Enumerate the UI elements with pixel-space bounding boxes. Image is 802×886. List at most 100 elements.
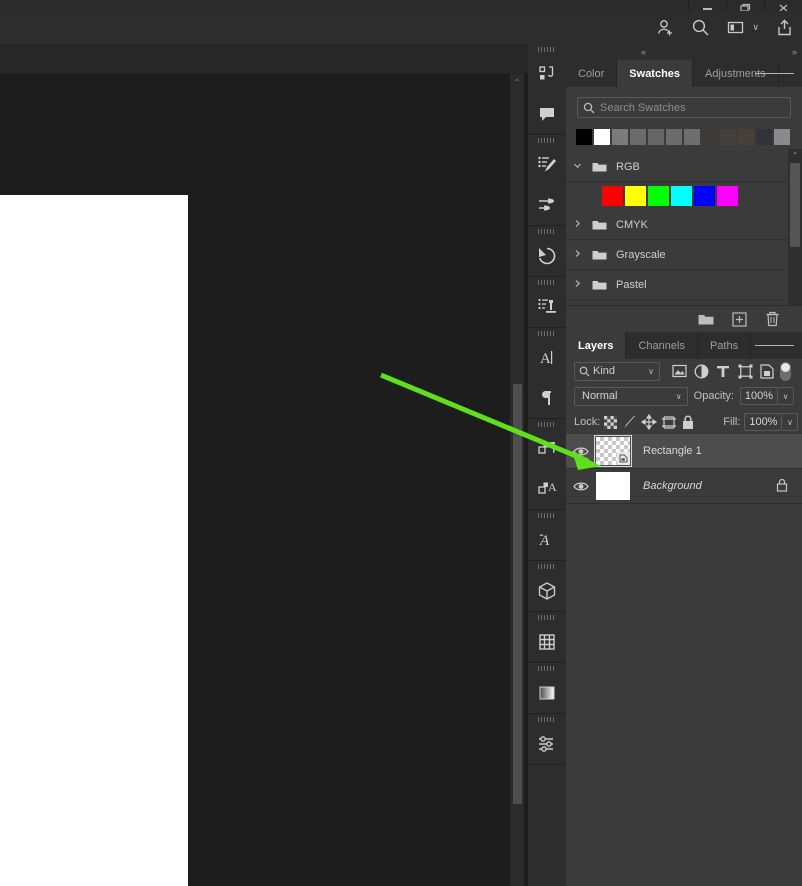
- swatch-group-cmyk[interactable]: CMYK: [566, 210, 788, 240]
- expand-panels-right-icon[interactable]: »: [792, 47, 797, 57]
- recent-swatch[interactable]: [576, 129, 592, 145]
- rail-grip[interactable]: [538, 331, 556, 336]
- recent-swatch[interactable]: [594, 129, 610, 145]
- paragraph-styles-icon[interactable]: [528, 429, 566, 469]
- filter-adjustment-icon[interactable]: [690, 360, 712, 382]
- window-maximize-button[interactable]: [726, 0, 764, 11]
- opacity-chevron-icon[interactable]: ∨: [778, 387, 794, 405]
- search-swatches-input[interactable]: [600, 101, 790, 114]
- color-swatch[interactable]: [625, 186, 646, 206]
- lock-artboard-nesting-icon[interactable]: [661, 412, 677, 432]
- fill-chevron-icon[interactable]: ∨: [782, 413, 799, 431]
- filter-smart-object-icon[interactable]: [756, 360, 778, 382]
- chevron-right-icon[interactable]: [566, 279, 588, 290]
- recent-swatch[interactable]: [630, 129, 646, 145]
- recent-swatch[interactable]: [612, 129, 628, 145]
- character-icon[interactable]: A: [528, 338, 566, 378]
- table-row[interactable]: Background: [566, 469, 802, 504]
- tab-color[interactable]: Color: [566, 60, 618, 87]
- recent-swatch[interactable]: [756, 129, 772, 145]
- swatches-scroll-up-icon[interactable]: ⌃: [788, 149, 802, 161]
- chevron-right-icon[interactable]: [566, 249, 588, 260]
- recent-swatch[interactable]: [720, 129, 736, 145]
- layer-filter-toggle[interactable]: [780, 361, 791, 381]
- canvas-vertical-scrollbar[interactable]: ⌃: [510, 74, 524, 886]
- recent-swatch[interactable]: [702, 129, 718, 145]
- lock-image-pixels-icon[interactable]: [621, 412, 637, 432]
- tab-paths[interactable]: Paths: [697, 332, 752, 359]
- rail-grip[interactable]: [538, 717, 556, 722]
- layers-panel-menu-icon[interactable]: [755, 332, 794, 359]
- window-minimize-button[interactable]: [688, 0, 726, 11]
- recent-swatch[interactable]: [738, 129, 754, 145]
- color-swatch[interactable]: [602, 186, 623, 206]
- chevron-down-icon[interactable]: ∨: [643, 367, 659, 376]
- chevron-down-icon[interactable]: [566, 161, 588, 172]
- lock-transparent-pixels-icon[interactable]: [604, 412, 618, 432]
- canvas-scroll-thumb[interactable]: [513, 384, 522, 804]
- color-swatch[interactable]: [694, 186, 715, 206]
- clone-source-icon[interactable]: [528, 287, 566, 327]
- color-swatch[interactable]: [648, 186, 669, 206]
- brush-settings-icon[interactable]: [528, 145, 566, 185]
- rail-grip[interactable]: [538, 280, 556, 285]
- table-row[interactable]: Rectangle 1: [566, 434, 802, 469]
- rail-grip[interactable]: [538, 229, 556, 234]
- rail-grip[interactable]: [538, 615, 556, 620]
- layer-thumbnail[interactable]: [596, 472, 630, 500]
- rail-grip[interactable]: [538, 47, 556, 52]
- recent-swatch[interactable]: [774, 129, 790, 145]
- tab-swatches[interactable]: Swatches: [617, 60, 694, 87]
- recent-swatch[interactable]: [648, 129, 664, 145]
- rail-grip[interactable]: [538, 138, 556, 143]
- rail-grip[interactable]: [538, 422, 556, 427]
- recent-swatch[interactable]: [684, 129, 700, 145]
- opacity-input[interactable]: 100%: [740, 387, 778, 405]
- chevron-down-icon[interactable]: ∨: [671, 392, 687, 401]
- search-icon[interactable]: [690, 18, 710, 38]
- collapse-panels-left-icon[interactable]: «: [641, 47, 646, 57]
- swatch-group-grayscale[interactable]: Grayscale: [566, 240, 788, 270]
- libraries-icon[interactable]: [528, 54, 566, 94]
- layer-visibility-icon[interactable]: [566, 446, 596, 457]
- canvas-document[interactable]: [0, 195, 188, 886]
- fill-input[interactable]: 100%: [744, 413, 783, 431]
- layer-thumbnail[interactable]: [594, 435, 632, 467]
- character-styles-icon[interactable]: A: [528, 469, 566, 509]
- recent-swatch[interactable]: [666, 129, 682, 145]
- swatches-panel-menu-icon[interactable]: [755, 60, 794, 87]
- patterns-icon[interactable]: [528, 622, 566, 662]
- swatches-scroll-thumb[interactable]: [790, 163, 800, 247]
- color-swatch[interactable]: [717, 186, 738, 206]
- chevron-right-icon[interactable]: [566, 219, 588, 230]
- gradients-icon[interactable]: [528, 673, 566, 713]
- layer-visibility-icon[interactable]: [566, 481, 596, 492]
- delete-swatch-button[interactable]: [765, 311, 780, 327]
- tab-channels[interactable]: Channels: [626, 332, 698, 359]
- canvas-scroll-up-icon[interactable]: ⌃: [510, 76, 524, 88]
- paragraph-icon[interactable]: [528, 378, 566, 418]
- new-swatch-button[interactable]: [732, 311, 747, 327]
- lock-position-icon[interactable]: [641, 412, 658, 432]
- brush-presets-icon[interactable]: [528, 185, 566, 225]
- document-tab-bar[interactable]: [0, 44, 528, 75]
- workspace-chevron-icon[interactable]: ∨: [752, 22, 759, 33]
- share-icon[interactable]: [774, 18, 794, 38]
- swatch-group-rgb[interactable]: RGB: [566, 152, 788, 182]
- 3d-icon[interactable]: [528, 571, 566, 611]
- history-icon[interactable]: [528, 236, 566, 276]
- filter-type-icon[interactable]: [712, 360, 734, 382]
- lock-all-icon[interactable]: [681, 412, 695, 432]
- search-swatches-field[interactable]: [577, 97, 791, 118]
- rail-grip[interactable]: [538, 564, 556, 569]
- rail-grip[interactable]: [538, 513, 556, 518]
- filter-pixel-icon[interactable]: [668, 360, 690, 382]
- tab-layers[interactable]: Layers: [566, 332, 627, 359]
- blend-mode-select[interactable]: Normal ∨: [574, 386, 688, 406]
- color-swatch[interactable]: [671, 186, 692, 206]
- comments-icon[interactable]: [528, 94, 566, 134]
- glyphs-script-icon[interactable]: A: [528, 520, 566, 560]
- rail-grip[interactable]: [538, 666, 556, 671]
- window-close-button[interactable]: [764, 0, 802, 11]
- layer-filter-kind-select[interactable]: Kind ∨: [574, 361, 660, 381]
